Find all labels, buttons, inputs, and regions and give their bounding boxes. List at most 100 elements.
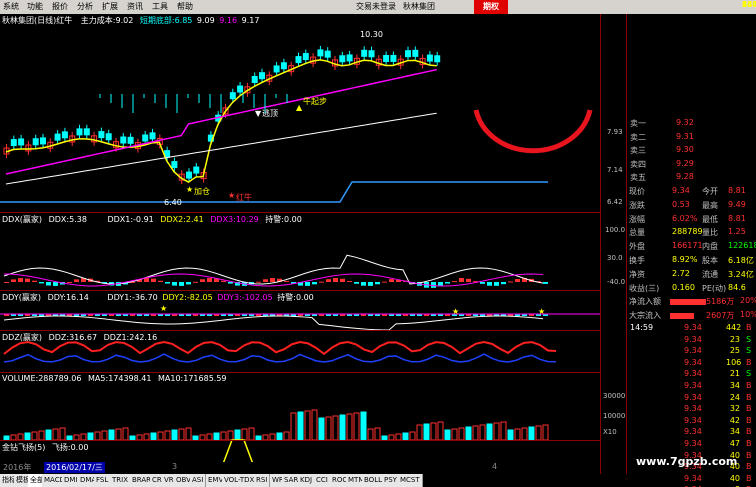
ddz1-label: DDZ1: [103, 333, 130, 342]
candle-body [426, 54, 433, 62]
ma5-value: 174398.41 [108, 374, 152, 383]
volume-header: VOLUME:288789.06 MA5:174398.41 MA10:1716… [2, 374, 227, 383]
tick-volume: 47 [729, 439, 740, 448]
menu-analysis[interactable]: 分析 [77, 1, 93, 12]
tick-price: 9.34 [684, 439, 702, 448]
ddx-bar [445, 282, 450, 284]
candle-body [10, 139, 17, 147]
ask-price[interactable]: 9.31 [676, 132, 694, 141]
volume-bar [346, 413, 353, 441]
tab-18[interactable]: KDJ [298, 474, 316, 487]
tab-15[interactable]: RSI [254, 474, 271, 487]
tick-side: B [746, 323, 752, 332]
volume-bar [108, 429, 115, 441]
ddx-bar [39, 282, 44, 284]
tab-24[interactable]: MCST [398, 474, 423, 487]
ma10-label: MA10: [158, 374, 184, 383]
arrow-up-icon: ▲ [296, 103, 303, 112]
option-mode-button[interactable]: 期权 [474, 0, 508, 14]
red-bull-annotation: 红牛 [236, 193, 252, 202]
ma5-label: MA5: [88, 374, 109, 383]
ask-price[interactable]: 9.30 [676, 145, 694, 154]
tab-12[interactable]: ASI [190, 474, 207, 487]
tick-side: B [746, 392, 752, 402]
ask-volume: 134 [742, 0, 756, 9]
quote-label: 内盘 [702, 242, 718, 252]
tick-side: S [746, 346, 752, 356]
tab-7[interactable]: TRIX [110, 474, 131, 487]
menu-help[interactable]: 帮助 [177, 1, 193, 12]
fly-name: 金钻飞扬(5) [2, 443, 46, 452]
candle-body [280, 62, 287, 70]
quote-label: 总量 [629, 228, 645, 238]
ddx-label: DDX: [48, 215, 70, 224]
volume-bar [45, 429, 52, 441]
ddy-header: DDY(赢家) DDY:16.14 DDY1:-36.70 DDY2:-82.0… [2, 292, 314, 303]
volume-bar [367, 428, 374, 441]
ask-label: 卖一 [630, 119, 646, 128]
volume-bar [332, 415, 339, 441]
menu-quote[interactable]: 报价 [52, 1, 68, 12]
escape-top-annotation: 逃顶 [262, 109, 278, 118]
ask-price[interactable]: 9.32 [676, 118, 694, 127]
volume-bar [185, 427, 192, 441]
chart-area[interactable]: ★ ★ ▼ ▲ ★ ★ ★ [0, 14, 600, 474]
candle-body [171, 161, 178, 169]
ddy-line [3, 315, 544, 331]
tick-price: 9.34 [684, 334, 702, 344]
quote-label: 现价 [629, 187, 645, 196]
tick-price: 9.34 [684, 473, 702, 483]
volume-bar [311, 409, 318, 441]
tab-19[interactable]: CCI [314, 474, 331, 487]
ddy-label: DDY: [47, 293, 66, 302]
ddx-bar [179, 282, 184, 286]
candle-body [317, 49, 324, 57]
ma-value-2: 9.16 [219, 16, 238, 25]
ddx2-value: 2.41 [185, 215, 204, 224]
short-bottom-value: 6.85 [174, 16, 193, 25]
ddx-bar [263, 279, 268, 282]
menu-info[interactable]: 资讯 [127, 1, 143, 12]
volume-bar [374, 427, 381, 441]
quote-label: PE(动) [702, 283, 727, 293]
candle-body [346, 54, 353, 62]
tick-side: B [746, 427, 752, 437]
candle-body [76, 128, 83, 136]
quote-label: 今开 [702, 187, 718, 196]
menu-extend[interactable]: 扩展 [102, 1, 118, 12]
ddx1-label: DDX1: [107, 215, 134, 224]
login-status[interactable]: 交易未登录 [356, 1, 396, 12]
quote-label: 股本 [702, 256, 718, 265]
candle-body [32, 138, 39, 146]
candle-body [434, 55, 441, 63]
quote-label: 涨幅 [629, 214, 645, 224]
kline-title: 秋林集团(日线)红牛 [2, 16, 73, 25]
volume-bar [38, 430, 45, 441]
tick-side: B [746, 415, 752, 425]
quote-value: 288789 [672, 227, 703, 237]
tab-6[interactable]: FSL [94, 474, 112, 487]
ask-price[interactable]: 9.29 [676, 159, 694, 168]
tick-price: 9.34 [684, 369, 702, 379]
quote-label: 净资 [629, 269, 645, 279]
ddx-bar [368, 282, 373, 286]
tick-side: B [746, 473, 752, 483]
ddx-axis-1: 100.0 [605, 226, 626, 234]
fly-label: 飞扬: [51, 443, 71, 452]
pane-divider [0, 212, 600, 213]
menu-tools[interactable]: 工具 [152, 1, 168, 12]
tick-volume: 24 [729, 392, 740, 402]
ddz-name: DDZ(赢家) [2, 333, 43, 342]
quote-value: 122618 [728, 241, 756, 251]
quote-label: 最低 [702, 214, 718, 224]
panel-divider [626, 14, 627, 474]
quote-value: 0.160 [672, 282, 695, 292]
menu-system[interactable]: 系统 [3, 1, 19, 12]
tick-side: B [746, 357, 752, 367]
ddx-bar [32, 280, 37, 282]
ask-price[interactable]: 9.28 [676, 172, 694, 181]
flow-value: 5186万 [706, 297, 735, 306]
menu-function[interactable]: 功能 [27, 1, 43, 12]
tab-14[interactable]: VOL-TDX [222, 474, 258, 487]
tick-volume: 34 [729, 381, 740, 390]
